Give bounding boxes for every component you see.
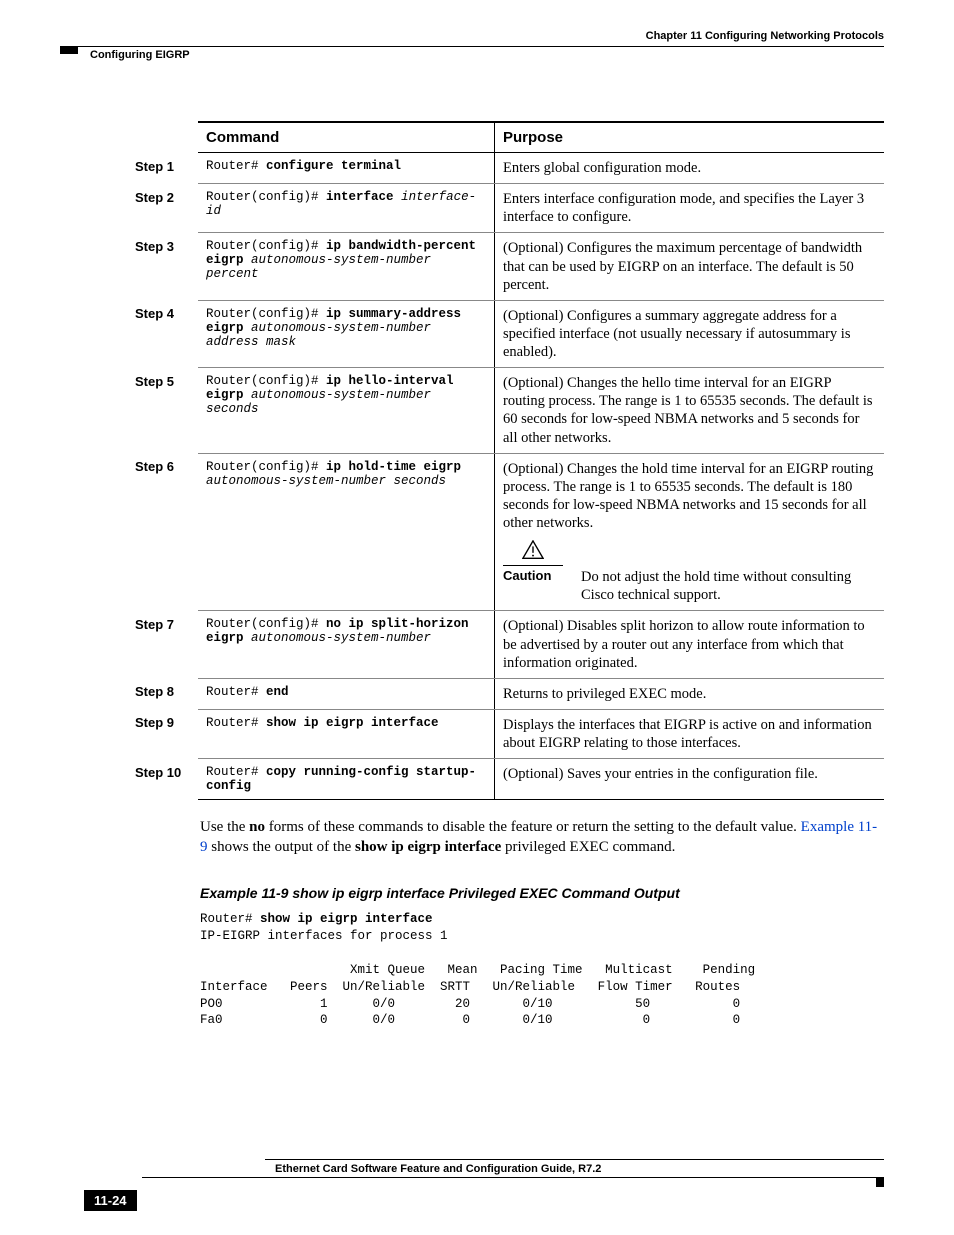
body-paragraph: Use the no forms of these commands to di… [200,818,884,857]
command-cell: Router(config)# ip hello-interval eigrp … [198,368,495,454]
purpose-cell: (Optional) Configures the maximum percen… [495,233,885,300]
command-cell: Router(config)# ip bandwidth-percent eig… [198,233,495,300]
col-header-command: Command [198,122,495,153]
footer-title: Ethernet Card Software Feature and Confi… [275,1160,884,1175]
purpose-cell: Returns to privileged EXEC mode. [495,678,885,709]
caution-label: Caution [503,568,563,584]
col-header-purpose: Purpose [495,122,885,153]
step-label: Step 1 [135,153,198,184]
command-cell: Router(config)# interface interface-id [198,184,495,233]
command-cell: Router(config)# ip summary-address eigrp… [198,300,495,367]
purpose-cell: (Optional) Disables split horizon to all… [495,611,885,678]
caution-text: Do not adjust the hold time without cons… [581,540,876,604]
cli-output: Router# show ip eigrp interface IP-EIGRP… [200,911,884,1029]
purpose-cell: Enters interface configuration mode, and… [495,184,885,233]
step-label: Step 5 [135,368,198,454]
step-label: Step 8 [135,678,198,709]
caution-block: Caution Do not adjust the hold time witho… [503,540,876,604]
command-cell: Router# show ip eigrp interface [198,709,495,758]
example-title: Example 11-9 show ip eigrp interface Pri… [200,885,884,901]
header-ornament [60,46,78,54]
step-label: Step 7 [135,611,198,678]
purpose-cell: Displays the interfaces that EIGRP is ac… [495,709,885,758]
step-label: Step 10 [135,759,198,800]
page-number: 11-24 [84,1190,137,1211]
purpose-cell: (Optional) Saves your entries in the con… [495,759,885,800]
running-header-left: Configuring EIGRP [78,47,190,61]
step-label: Step 4 [135,300,198,367]
running-header-right: Chapter 11 Configuring Networking Protoc… [60,30,884,42]
command-cell: Router# copy running-config startup-conf… [198,759,495,800]
command-cell: Router# end [198,678,495,709]
purpose-cell: (Optional) Configures a summary aggregat… [495,300,885,367]
purpose-cell: (Optional) Changes the hold time interva… [495,453,885,611]
command-cell: Router(config)# no ip split-horizon eigr… [198,611,495,678]
command-steps-table: Command Purpose Step 1Router# configure … [135,121,884,800]
caution-icon [522,540,544,565]
page-footer: Ethernet Card Software Feature and Confi… [200,1159,884,1178]
purpose-cell: (Optional) Changes the hello time interv… [495,368,885,454]
command-cell: Router# configure terminal [198,153,495,184]
step-label: Step 6 [135,453,198,611]
command-cell: Router(config)# ip hold-time eigrp auton… [198,453,495,611]
purpose-cell: Enters global configuration mode. [495,153,885,184]
step-label: Step 2 [135,184,198,233]
step-label: Step 3 [135,233,198,300]
step-label: Step 9 [135,709,198,758]
